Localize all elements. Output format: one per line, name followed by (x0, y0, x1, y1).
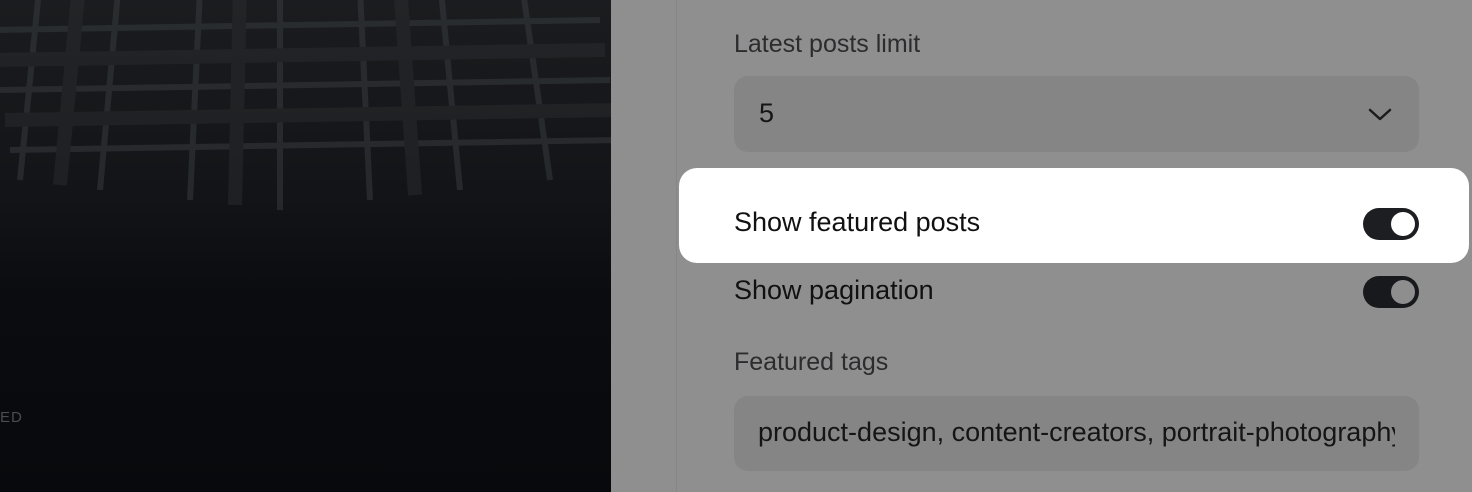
panel-divider (676, 0, 677, 492)
featured-tags-label: Featured tags (734, 348, 889, 376)
latest-posts-limit-label: Latest posts limit (734, 30, 921, 58)
show-pagination-toggle[interactable] (1363, 276, 1419, 308)
preview-image (0, 0, 611, 210)
show-pagination-label: Show pagination (734, 275, 934, 305)
chevron-down-icon (1368, 108, 1392, 121)
latest-posts-limit-select[interactable]: 5 (734, 76, 1419, 152)
featured-tags-value: product-design, content-creators, portra… (758, 417, 1395, 447)
theme-preview: ED (0, 0, 611, 492)
screen: ED Latest posts limit 5 Show featured po… (0, 0, 1472, 492)
preview-caption: ED (0, 409, 23, 426)
latest-posts-limit-value: 5 (759, 98, 775, 128)
show-featured-posts-toggle[interactable] (1363, 208, 1419, 240)
show-featured-posts-label: Show featured posts (734, 207, 981, 237)
toggle-knob (1391, 280, 1415, 304)
featured-tags-input[interactable]: product-design, content-creators, portra… (734, 396, 1419, 471)
toggle-knob (1391, 212, 1415, 236)
